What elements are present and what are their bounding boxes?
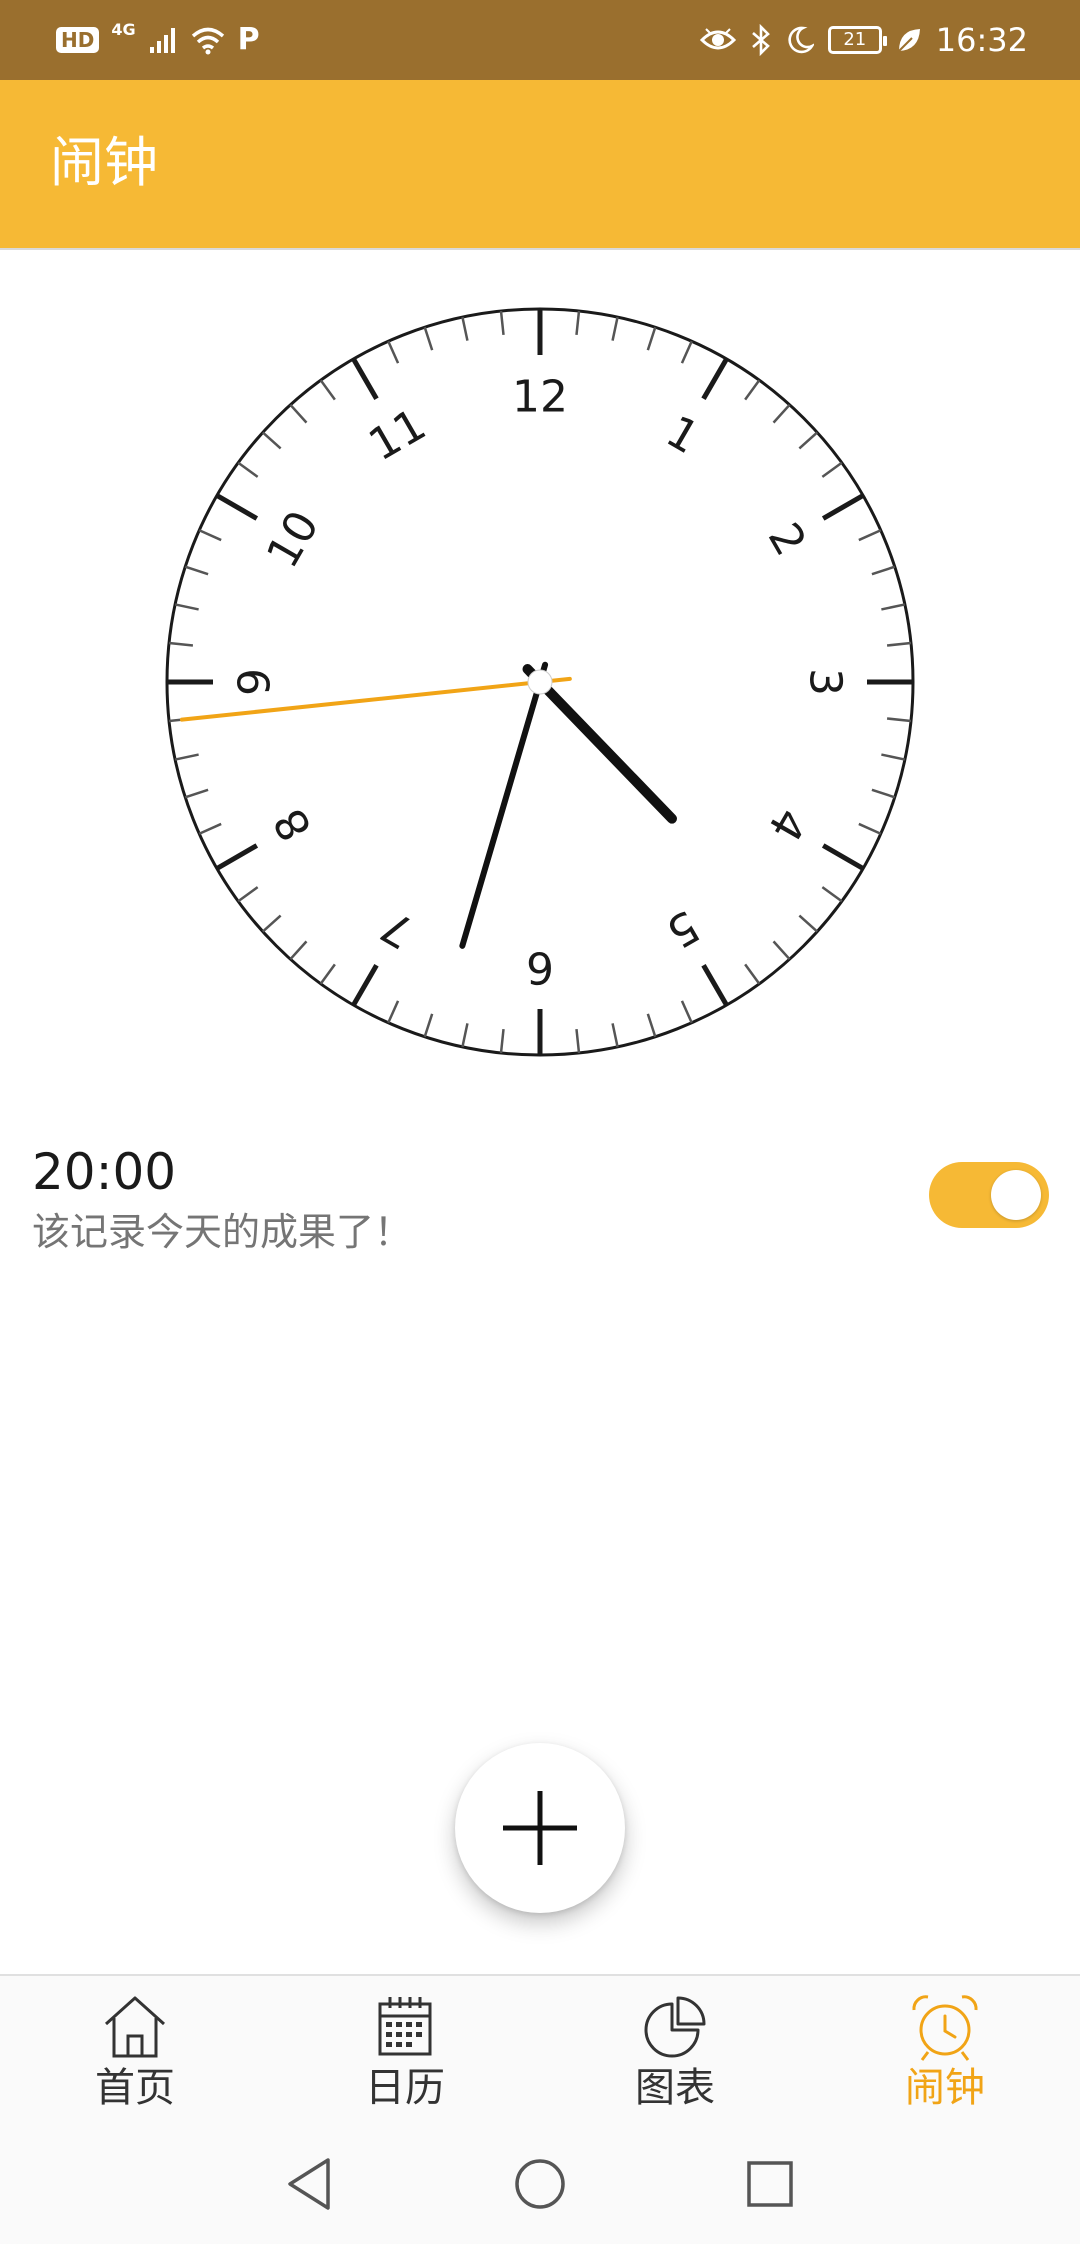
plus-icon <box>503 1791 577 1865</box>
pie-chart-icon <box>644 1996 706 2058</box>
alarm-time: 20:00 <box>32 1143 177 1201</box>
app-bar: 闹钟 <box>0 80 1080 250</box>
battery-icon: 21 <box>827 26 887 54</box>
alarm-clock-icon <box>912 1995 978 2061</box>
analog-clock: 121234567891011 <box>165 307 915 1057</box>
eye-comfort-icon <box>699 28 736 50</box>
nav-item-home[interactable]: 首页 <box>0 1976 270 2126</box>
bottom-nav: 首页 日历 图表 闹钟 <box>0 1974 1080 2124</box>
nav-label-chart: 图表 <box>635 2065 715 2111</box>
clock-numeral: 3 <box>800 668 851 696</box>
toggle-knob <box>991 1170 1041 1220</box>
nav-label-alarm: 闹钟 <box>905 2065 985 2111</box>
recents-icon[interactable] <box>740 2154 800 2214</box>
system-nav-bar <box>0 2124 1080 2244</box>
nav-label-calendar: 日历 <box>365 2065 445 2111</box>
alarm-label: 该记录今天的成果了！ <box>32 1210 413 1254</box>
status-right: 21 16:32 <box>699 18 1028 62</box>
clock-numeral: 6 <box>526 942 554 993</box>
bluetooth-icon <box>751 24 770 56</box>
alarm-toggle[interactable] <box>929 1162 1049 1228</box>
status-left: HD 4G P <box>56 18 260 62</box>
clock-numeral: 9 <box>230 668 281 696</box>
screen: HD 4G P 21 16:32 闹钟 12 1 2 3 4 5 6 7 8 9… <box>0 0 1080 2244</box>
alarm-item[interactable]: 20:00 该记录今天的成果了！ <box>0 1120 1080 1270</box>
nav-label-home: 首页 <box>95 2065 175 2111</box>
clock-numeral: 12 <box>512 372 568 423</box>
p-icon: P <box>237 22 260 57</box>
status-bar: HD 4G P 21 16:32 <box>0 0 1080 80</box>
signal-icon <box>149 28 175 53</box>
calendar-icon <box>378 1997 432 2056</box>
nav-item-chart[interactable]: 图表 <box>540 1976 810 2126</box>
hd-icon: HD <box>56 27 100 53</box>
back-icon[interactable] <box>280 2154 340 2214</box>
moon-icon <box>788 26 814 54</box>
add-alarm-button[interactable] <box>455 1743 625 1913</box>
nav-item-calendar[interactable]: 日历 <box>270 1976 540 2126</box>
home-circle-icon[interactable] <box>510 2154 570 2214</box>
nav-item-alarm[interactable]: 闹钟 <box>810 1976 1080 2126</box>
status-time: 16:32 <box>935 21 1028 59</box>
page-title: 闹钟 <box>50 131 158 194</box>
home-icon <box>104 1996 166 2058</box>
battery-level: 21 <box>843 29 867 50</box>
wifi-icon <box>191 27 224 55</box>
leaf-icon <box>898 29 920 52</box>
network-type: 4G <box>111 20 136 39</box>
clock-center-pin <box>527 669 553 695</box>
